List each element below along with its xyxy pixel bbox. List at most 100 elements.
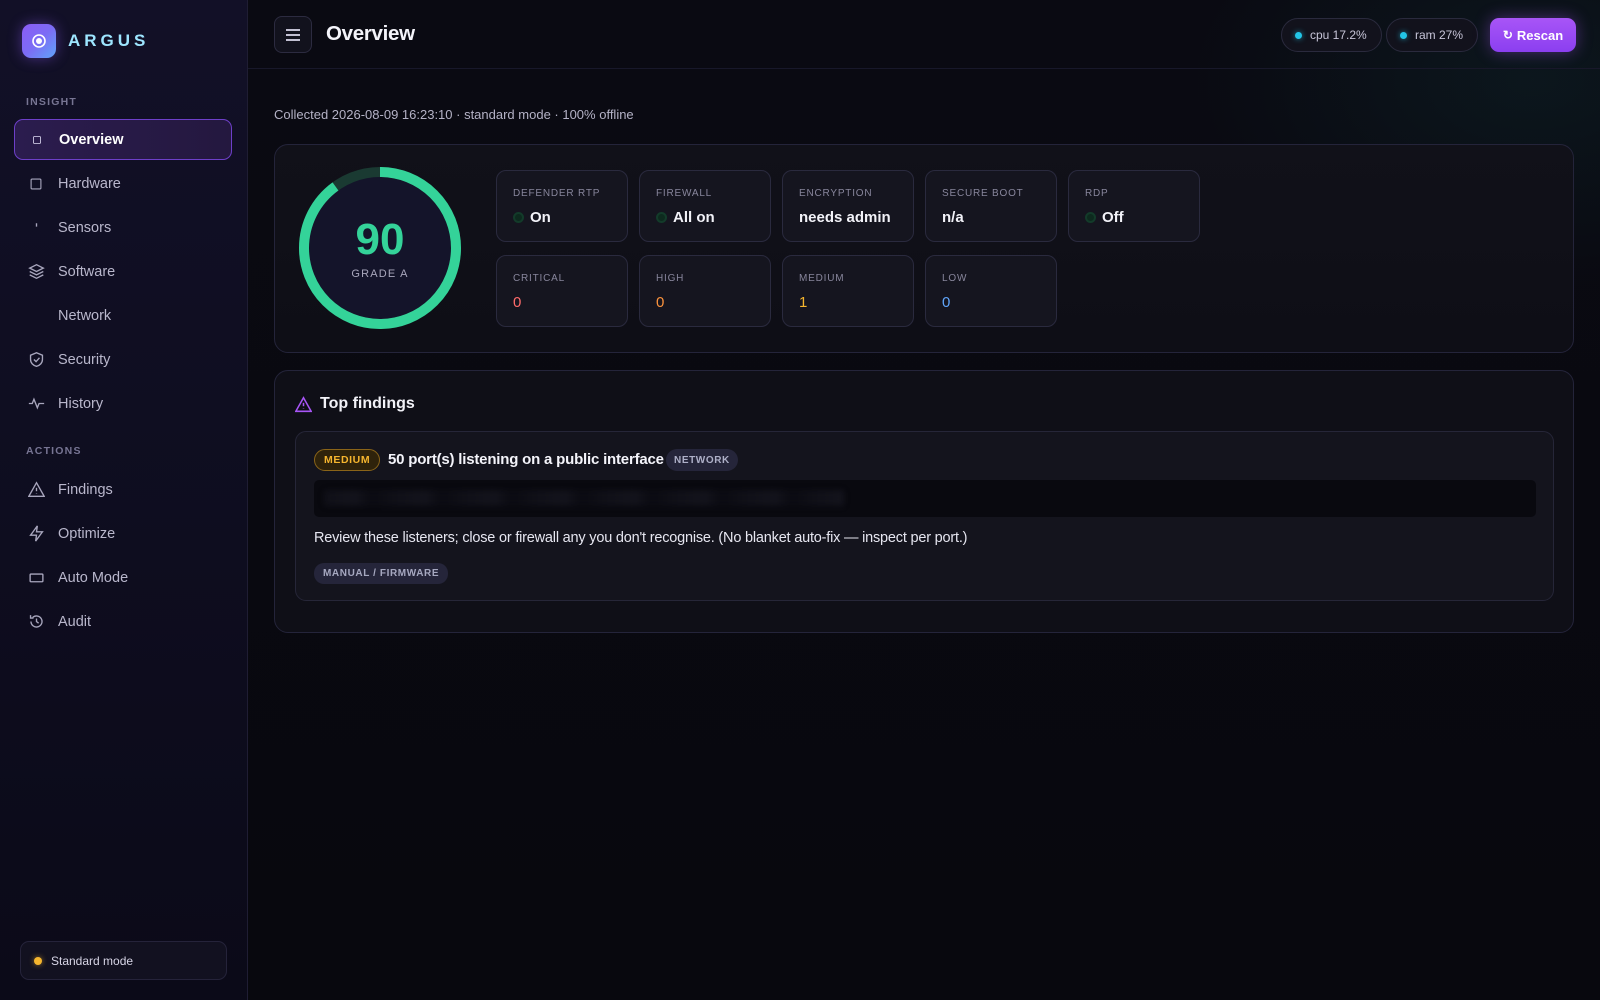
layers-icon bbox=[26, 262, 46, 282]
finding-description: Review these listeners; close or firewal… bbox=[314, 530, 968, 546]
tile-value: n/a bbox=[942, 209, 964, 226]
mode-label: Standard mode bbox=[51, 953, 134, 968]
critical-count: 0 bbox=[513, 294, 522, 311]
sidebar-item-auto-mode[interactable]: Auto Mode bbox=[14, 557, 232, 598]
severity-tile-medium: MEDIUM 1 bbox=[782, 255, 914, 327]
rescan-label: Rescan bbox=[1516, 27, 1564, 43]
findings-title: Top findings bbox=[320, 395, 415, 412]
tile-value: Off bbox=[1085, 209, 1124, 226]
auto-mode-icon bbox=[26, 568, 46, 588]
mode-indicator[interactable]: Standard mode bbox=[20, 941, 227, 980]
sidebar-item-label: Sensors bbox=[58, 219, 112, 236]
sidebar-item-label: Software bbox=[58, 263, 116, 280]
status-tile-secure-boot: SECURE BOOT n/a bbox=[925, 170, 1057, 242]
tile-label: RDP bbox=[1085, 188, 1109, 199]
rescan-button[interactable]: ↻ Rescan bbox=[1490, 18, 1576, 52]
argus-logo-icon bbox=[22, 24, 56, 58]
tile-value: All on bbox=[656, 209, 715, 226]
high-count: 0 bbox=[656, 294, 665, 311]
severity-tile-high: HIGH 0 bbox=[639, 255, 771, 327]
sidebar-item-software[interactable]: Software bbox=[14, 251, 232, 292]
cpu-usage-text: cpu 17.2% bbox=[1310, 28, 1367, 42]
mode-status-dot bbox=[34, 956, 42, 965]
section-label-insight: INSIGHT bbox=[26, 96, 77, 108]
warning-icon bbox=[295, 395, 312, 412]
status-dot-icon bbox=[1085, 212, 1096, 223]
findings-header: Top findings bbox=[295, 395, 415, 413]
sidebar-item-label: Auto Mode bbox=[58, 569, 129, 586]
collected-info: Collected 2026-08-09 16:23:10 · standard… bbox=[274, 107, 634, 122]
tile-label: CRITICAL bbox=[513, 273, 565, 284]
finding-item[interactable]: MEDIUM 50 port(s) listening on a public … bbox=[295, 431, 1554, 601]
status-tile-defender: DEFENDER RTP On bbox=[496, 170, 628, 242]
history-icon bbox=[26, 612, 46, 632]
tile-label: LOW bbox=[942, 273, 968, 284]
app-root: ARGUS INSIGHT Overview Hardware Sensors bbox=[0, 0, 1600, 1000]
sidebar-item-sensors[interactable]: Sensors bbox=[14, 207, 232, 248]
topbar: Overview cpu 17.2% ram 27% ↻ Rescan bbox=[248, 0, 1600, 69]
tile-label: HIGH bbox=[656, 273, 685, 284]
tile-label: ENCRYPTION bbox=[799, 188, 873, 199]
score-gauge: 90 GRADE A bbox=[295, 163, 465, 333]
sidebar-item-label: Network bbox=[58, 307, 112, 324]
warning-icon bbox=[26, 480, 46, 500]
status-tile-rdp: RDP Off bbox=[1068, 170, 1200, 242]
sidebar-item-hardware[interactable]: Hardware bbox=[14, 163, 232, 204]
severity-badge: MEDIUM bbox=[314, 449, 381, 471]
sidebar-item-label: Findings bbox=[58, 481, 113, 498]
category-badge: NETWORK bbox=[666, 449, 738, 471]
sidebar-item-overview[interactable]: Overview bbox=[14, 119, 232, 160]
overview-icon bbox=[27, 130, 47, 150]
hamburger-icon bbox=[286, 28, 300, 41]
sidebar-item-label: Security bbox=[58, 351, 111, 368]
sidebar: ARGUS INSIGHT Overview Hardware Sensors bbox=[0, 0, 248, 1000]
sidebar-item-label: Overview bbox=[59, 131, 124, 148]
score-grade: GRADE A bbox=[351, 268, 409, 280]
menu-toggle-button[interactable] bbox=[274, 16, 312, 53]
severity-tile-low: LOW 0 bbox=[925, 255, 1057, 327]
sidebar-item-network[interactable]: Network bbox=[14, 295, 232, 336]
tile-label: SECURE BOOT bbox=[942, 188, 1024, 199]
section-label-actions: ACTIONS bbox=[26, 445, 82, 457]
cpu-usage-pill: cpu 17.2% bbox=[1281, 18, 1382, 52]
ram-status-dot bbox=[1400, 31, 1407, 39]
status-tile-firewall: FIREWALL All on bbox=[639, 170, 771, 242]
status-dot-icon bbox=[656, 212, 667, 223]
ram-usage-text: ram 27% bbox=[1415, 28, 1464, 42]
fix-type-badge: MANUAL / FIRMWARE bbox=[314, 563, 449, 584]
sidebar-item-history[interactable]: History bbox=[14, 383, 232, 424]
tile-value-text: On bbox=[530, 209, 551, 226]
sidebar-item-findings[interactable]: Findings bbox=[14, 469, 232, 510]
sidebar-item-label: Optimize bbox=[58, 525, 116, 542]
sidebar-item-security[interactable]: Security bbox=[14, 339, 232, 380]
tile-value-text: Off bbox=[1102, 209, 1124, 226]
sensors-icon bbox=[26, 218, 46, 238]
redacted-details bbox=[314, 480, 1536, 517]
refresh-icon: ↻ bbox=[1502, 28, 1513, 42]
low-count: 0 bbox=[942, 294, 951, 311]
sidebar-item-label: Audit bbox=[58, 613, 92, 630]
brand-name: ARGUS bbox=[68, 31, 150, 50]
sidebar-item-label: History bbox=[58, 395, 104, 412]
top-findings-card: Top findings MEDIUM 50 port(s) listening… bbox=[274, 370, 1574, 633]
bolt-icon bbox=[26, 524, 46, 544]
brand[interactable]: ARGUS bbox=[22, 24, 149, 58]
main-content: Overview cpu 17.2% ram 27% ↻ Rescan Coll… bbox=[248, 0, 1600, 1000]
page-title: Overview bbox=[326, 22, 415, 45]
tile-value: On bbox=[513, 209, 551, 226]
hardware-icon bbox=[26, 174, 46, 194]
status-dot-icon bbox=[513, 212, 524, 223]
medium-count: 1 bbox=[799, 294, 808, 311]
status-tile-encryption: ENCRYPTION needs admin bbox=[782, 170, 914, 242]
finding-title: 50 port(s) listening on a public interfa… bbox=[388, 451, 664, 468]
activity-icon bbox=[26, 394, 46, 414]
ram-usage-pill: ram 27% bbox=[1386, 18, 1479, 52]
severity-tile-critical: CRITICAL 0 bbox=[496, 255, 628, 327]
score-value: 90 bbox=[355, 215, 405, 264]
cpu-status-dot bbox=[1295, 31, 1302, 39]
sidebar-item-audit[interactable]: Audit bbox=[14, 601, 232, 642]
sidebar-item-optimize[interactable]: Optimize bbox=[14, 513, 232, 554]
tile-value: needs admin bbox=[799, 209, 891, 226]
shield-icon bbox=[26, 350, 46, 370]
tile-value-text: All on bbox=[673, 209, 715, 226]
